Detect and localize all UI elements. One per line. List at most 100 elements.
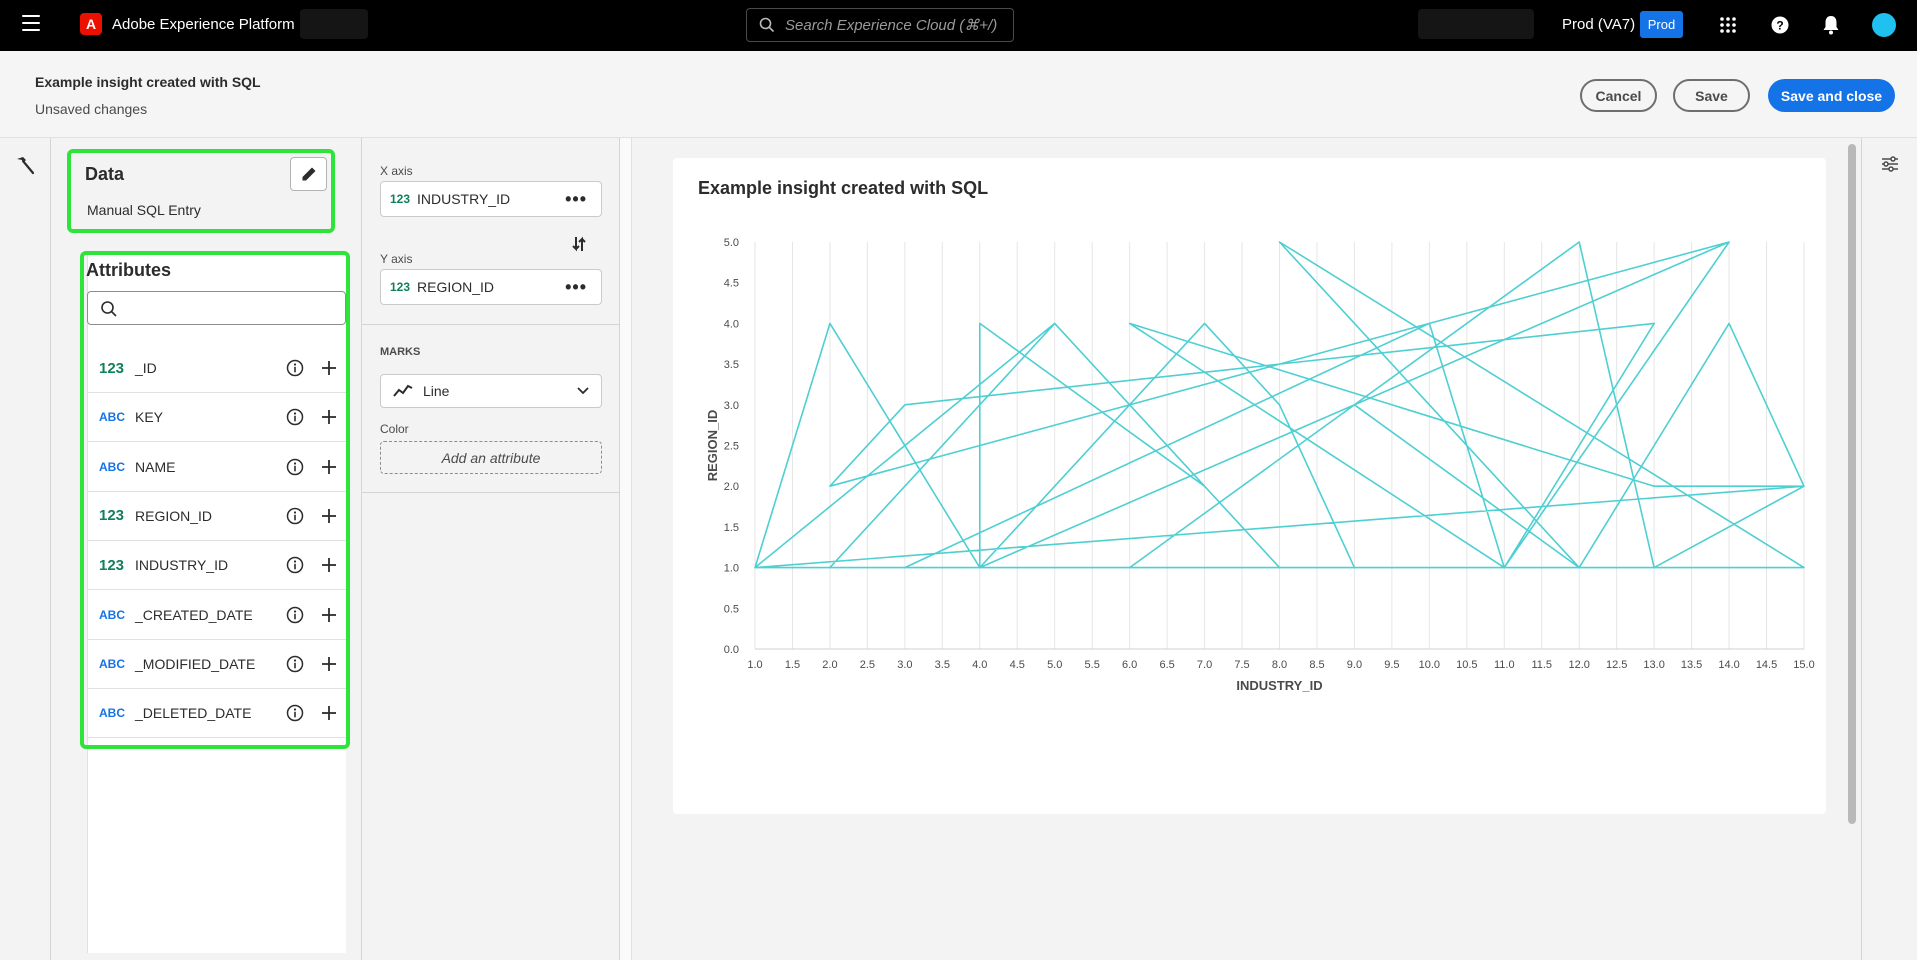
canvas-gutter — [620, 138, 632, 960]
x-tick-label: 12.5 — [1606, 659, 1627, 671]
x-tick-label: 1.0 — [747, 659, 762, 671]
line-chart[interactable]: 1.0 1.5 2.0 2.5 3.0 3.5 4.0 4.5 5.0 5.5 6.0 6.5 7.0 7… — [673, 158, 1826, 814]
unsaved-status: Unsaved changes — [35, 101, 148, 117]
add-icon[interactable] — [322, 558, 336, 573]
attribute-type: 123 — [99, 507, 125, 525]
attribute-type: ABC — [99, 656, 125, 671]
y-tick-label: 5.0 — [724, 237, 739, 249]
attribute-name: INDUSTRY_ID — [135, 557, 229, 574]
x-tick-label: 8.0 — [1272, 659, 1287, 671]
info-icon[interactable] — [286, 507, 304, 525]
info-icon[interactable] — [286, 458, 304, 476]
data-panel: Data Manual SQL Entry Attributes 123 _ID A… — [51, 138, 362, 960]
org-dropdown[interactable] — [1418, 9, 1534, 39]
y-tick-label: 4.0 — [724, 318, 739, 330]
y-axis-type: 123 — [390, 280, 411, 294]
add-icon[interactable] — [322, 607, 336, 622]
attribute-name: _CREATED_DATE — [135, 606, 253, 623]
x-tick-label: 10.5 — [1456, 659, 1477, 671]
marks-dropdown[interactable]: Line — [380, 374, 602, 408]
data-section-title: Data — [85, 164, 125, 184]
x-tick-label: 1.5 — [785, 659, 800, 671]
attribute-row[interactable]: ABC _CREATED_DATE — [87, 591, 346, 640]
menu-icon[interactable] — [22, 15, 40, 31]
y-axis-title: REGION_ID — [705, 410, 720, 482]
global-nav-bar: A Adobe Experience Platform Search Exper… — [0, 0, 1917, 51]
properties-sliders-icon[interactable] — [1880, 154, 1900, 174]
attribute-type: 123 — [99, 359, 125, 377]
x-axis-more-button[interactable]: ••• — [565, 189, 587, 210]
marks-label: MARKS — [380, 346, 421, 358]
y-tick-label: 3.0 — [724, 400, 739, 412]
global-search-input[interactable]: Search Experience Cloud (⌘+/) — [746, 8, 1014, 42]
y-axis-field[interactable]: 123 REGION_ID ••• — [380, 269, 602, 305]
attribute-type: ABC — [99, 607, 125, 622]
x-tick-label: 7.5 — [1234, 659, 1249, 671]
add-icon[interactable] — [322, 508, 336, 523]
attribute-row[interactable]: ABC NAME — [87, 443, 346, 492]
y-axis-field-name: REGION_ID — [417, 279, 495, 295]
attribute-row[interactable]: ABC _MODIFIED_DATE — [87, 640, 346, 689]
swap-axes-icon[interactable] — [569, 234, 589, 254]
x-tick-label: 3.0 — [897, 659, 912, 671]
add-icon[interactable] — [322, 706, 336, 721]
attribute-row[interactable]: ABC _DELETED_DATE — [87, 689, 346, 739]
right-rail — [1861, 138, 1917, 960]
attribute-row[interactable]: ABC KEY — [87, 393, 346, 443]
help-icon[interactable]: ? — [1769, 14, 1791, 36]
add-color-attribute-dropzone[interactable]: Add an attribute — [380, 441, 602, 474]
search-icon — [101, 301, 117, 317]
info-icon[interactable] — [286, 606, 304, 624]
attribute-row[interactable]: 123 INDUSTRY_ID — [87, 541, 346, 591]
info-icon[interactable] — [286, 359, 304, 377]
notifications-bell-icon[interactable] — [1820, 14, 1842, 36]
x-tick-label: 7.0 — [1197, 659, 1212, 671]
add-icon[interactable] — [322, 361, 336, 375]
svg-text:?: ? — [1776, 19, 1783, 33]
adobe-logo[interactable]: A — [80, 13, 102, 35]
info-icon[interactable] — [286, 408, 304, 426]
hammer-icon[interactable] — [14, 154, 36, 176]
y-tick-label: 3.5 — [724, 359, 739, 371]
attributes-search-input[interactable] — [87, 291, 346, 325]
attribute-name: NAME — [135, 458, 176, 475]
cancel-button[interactable]: Cancel — [1580, 79, 1657, 112]
add-icon[interactable] — [322, 459, 336, 474]
apps-grid-icon[interactable] — [1717, 14, 1739, 36]
info-icon[interactable] — [286, 704, 304, 722]
user-avatar[interactable] — [1872, 13, 1896, 37]
add-icon[interactable] — [322, 410, 336, 425]
x-axis-field-name: INDUSTRY_ID — [417, 191, 511, 207]
environment-label[interactable]: Prod (VA7) — [1562, 16, 1635, 33]
x-tick-label: 5.0 — [1047, 659, 1062, 671]
attribute-name: KEY — [135, 409, 164, 426]
x-tick-label: 3.5 — [935, 659, 950, 671]
data-source-label: Manual SQL Entry — [87, 202, 201, 218]
info-icon[interactable] — [286, 655, 304, 673]
attribute-name: _MODIFIED_DATE — [135, 655, 256, 672]
x-tick-label: 13.5 — [1681, 659, 1702, 671]
add-icon[interactable] — [322, 656, 336, 671]
page-title: Example insight created with SQL — [35, 74, 261, 90]
info-icon[interactable] — [286, 556, 304, 574]
search-icon — [759, 17, 775, 33]
attribute-type: ABC — [99, 706, 125, 721]
x-axis-field[interactable]: 123 INDUSTRY_ID ••• — [380, 181, 602, 217]
save-button[interactable]: Save — [1673, 79, 1750, 112]
canvas-scrollbar[interactable] — [1848, 144, 1856, 824]
x-tick-label: 2.5 — [860, 659, 875, 671]
x-axis-label: X axis — [380, 164, 413, 178]
attribute-type: 123 — [99, 556, 125, 574]
environment-badge[interactable]: Prod — [1640, 11, 1683, 38]
attribute-row[interactable]: 123 _ID — [87, 344, 346, 393]
edit-data-button[interactable] — [290, 157, 327, 191]
attribute-name: _DELETED_DATE — [135, 705, 252, 722]
x-tick-label: 13.0 — [1643, 659, 1664, 671]
org-switcher[interactable] — [300, 9, 368, 39]
x-tick-label: 11.0 — [1494, 659, 1515, 671]
marks-value: Line — [423, 383, 450, 399]
y-axis-more-button[interactable]: ••• — [565, 277, 587, 298]
attribute-row[interactable]: 123 REGION_ID — [87, 492, 346, 541]
save-and-close-button[interactable]: Save and close — [1768, 79, 1895, 112]
app-name[interactable]: Adobe Experience Platform — [112, 16, 295, 33]
